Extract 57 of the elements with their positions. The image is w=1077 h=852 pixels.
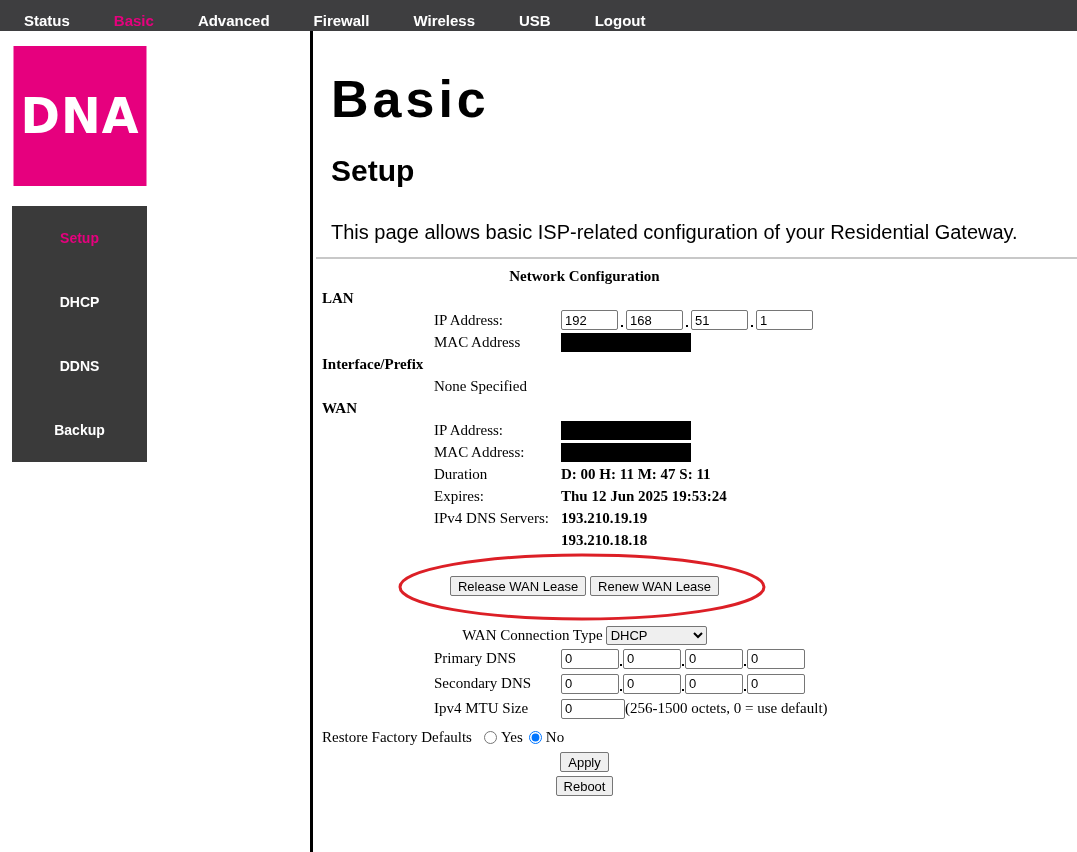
field-label: IP Address:	[434, 421, 505, 439]
option-label: Yes	[500, 728, 523, 746]
ip-octet-field[interactable]: 51	[691, 310, 748, 330]
ip-octet-field[interactable]: 168	[626, 310, 683, 330]
field-hint: (256-1500 octets, 0 = use default)	[625, 700, 828, 717]
ip-octet-field[interactable]: 0	[561, 648, 619, 669]
field-label: Expires:	[434, 487, 485, 505]
ip-octet-field[interactable]: 1	[756, 310, 813, 330]
lease-button[interactable]: Renew WAN Lease	[590, 576, 720, 596]
ip-octet-field[interactable]: 0	[685, 648, 743, 669]
field-label: None Specified	[434, 377, 528, 395]
action-button[interactable]: Reboot	[555, 776, 614, 796]
section-heading: Interface/Prefix	[322, 355, 425, 373]
ip-octet-field[interactable]: 0	[747, 648, 805, 669]
field-label: MAC Address	[434, 333, 522, 351]
field-label: Duration	[434, 465, 489, 483]
field-label: Restore Factory Defaults	[322, 728, 472, 746]
ip-octet-field[interactable]: 0	[747, 673, 805, 694]
field-label: IP Address:	[434, 311, 505, 329]
mtu-field[interactable]: 0	[561, 698, 625, 719]
field-value: Thu 12 Jun 2025 19:53:24	[561, 487, 727, 505]
radio-button[interactable]	[528, 730, 542, 744]
field-label: Ipv4 MTU Size	[434, 700, 530, 717]
lease-button[interactable]: Release WAN Lease	[449, 576, 587, 596]
ip-octet-field[interactable]: 0	[623, 673, 681, 694]
radio-button[interactable]	[483, 730, 497, 744]
nav-tab[interactable]: Logout	[594, 12, 646, 29]
page-title: Basic	[331, 69, 491, 129]
section-heading: WAN	[322, 399, 358, 417]
section-title: Setup	[331, 153, 416, 189]
option-label: No	[545, 728, 565, 746]
field-label: Secondary DNS	[434, 675, 533, 692]
field-label: WAN Connection Type	[462, 626, 603, 644]
logo: DNA	[13, 46, 147, 186]
sidebar-item[interactable]: DDNS	[12, 334, 147, 398]
ip-octet-field[interactable]: 192	[561, 310, 618, 330]
nav-tab[interactable]: USB	[519, 12, 551, 29]
action-button[interactable]: Apply	[560, 752, 609, 772]
connection-type-select[interactable]: DHCP	[605, 625, 707, 645]
nav-tab[interactable]: Wireless	[413, 12, 475, 29]
nav-tab[interactable]: Advanced	[197, 12, 270, 29]
page-description: This page allows basic ISP-related configuration of your Residential Gateway.	[331, 220, 1019, 245]
field-label: Primary DNS	[434, 650, 518, 667]
ip-octet-field[interactable]: 0	[623, 648, 681, 669]
ip-octet-field[interactable]: 0	[685, 673, 743, 694]
field-value: 193.210.18.18	[561, 531, 648, 549]
nav-tab[interactable]: Firewall	[313, 12, 370, 29]
section-heading: LAN	[322, 289, 355, 307]
ip-octet-field[interactable]: 0	[561, 673, 619, 694]
field-value: 193.210.19.19	[561, 509, 648, 527]
field-label: MAC Address:	[434, 443, 526, 461]
field-value: D: 00 H: 11 M: 47 S: 11	[561, 465, 711, 483]
table-title: Network Configuration	[508, 267, 661, 286]
field-label: IPv4 DNS Servers:	[434, 509, 550, 527]
nav-tab[interactable]: Status	[24, 12, 70, 29]
sidebar-item[interactable]: DHCP	[12, 270, 147, 334]
sidebar-item[interactable]: Backup	[12, 398, 147, 462]
